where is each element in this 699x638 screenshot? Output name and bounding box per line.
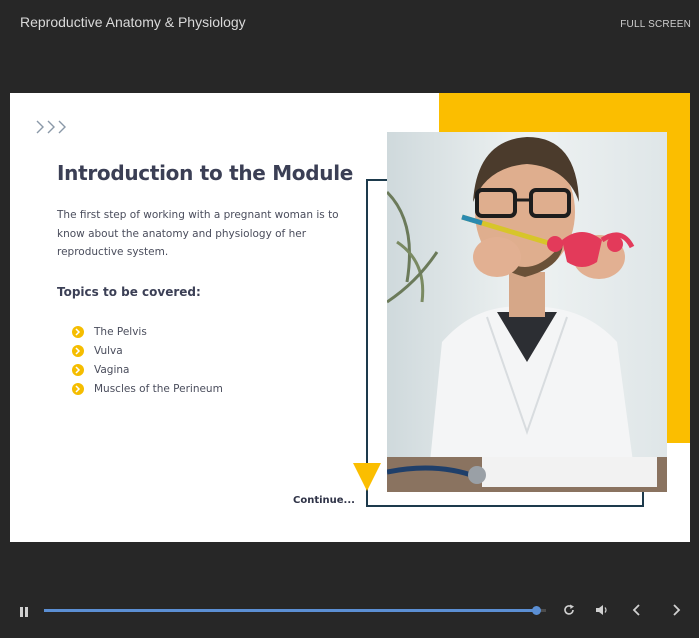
chevron-bullet-icon [72, 325, 84, 338]
top-bar: Reproductive Anatomy & Physiology FULL S… [0, 0, 699, 48]
previous-slide-button[interactable] [631, 603, 643, 617]
slide-content: Introduction to the Module The first ste… [10, 93, 690, 542]
chevron-bullet-icon [72, 382, 84, 395]
volume-button[interactable] [595, 603, 609, 617]
progress-handle[interactable] [531, 606, 541, 615]
course-title: Reproductive Anatomy & Physiology [20, 14, 246, 30]
pause-button[interactable] [18, 605, 30, 617]
topics-heading: Topics to be covered: [57, 285, 201, 299]
doctor-photo [387, 132, 667, 492]
chevron-left-icon [632, 604, 640, 616]
intro-text: The first step of working with a pregnan… [57, 209, 339, 258]
chevron-bullet-icon [72, 344, 84, 357]
list-item: Vulva [72, 341, 223, 360]
progress-fill [44, 609, 536, 612]
chevron-bullet-icon [72, 363, 84, 376]
chevrons-icon [36, 120, 66, 134]
triangle-marker-icon [353, 463, 381, 491]
topic-label: Vulva [94, 344, 123, 357]
topic-list: The Pelvis Vulva Vagina Muscles of the P… [72, 322, 223, 398]
chevron-right-icon [673, 604, 681, 616]
fullscreen-button[interactable]: FULL SCREEN [620, 19, 691, 30]
topic-label: Muscles of the Perineum [94, 382, 223, 395]
pause-icon [20, 607, 28, 617]
topic-label: Vagina [94, 363, 130, 376]
replay-button[interactable] [562, 603, 576, 617]
list-item: Vagina [72, 360, 223, 379]
list-item: Muscles of the Perineum [72, 379, 223, 398]
slide-heading: Introduction to the Module [57, 161, 354, 185]
list-item: The Pelvis [72, 322, 223, 341]
progress-bar[interactable] [44, 606, 546, 615]
player-controls [0, 595, 699, 627]
replay-icon [564, 604, 574, 615]
volume-icon [596, 605, 607, 615]
topic-label: The Pelvis [94, 325, 147, 338]
continue-button[interactable]: Continue... [293, 495, 355, 506]
next-slide-button[interactable] [670, 603, 682, 617]
